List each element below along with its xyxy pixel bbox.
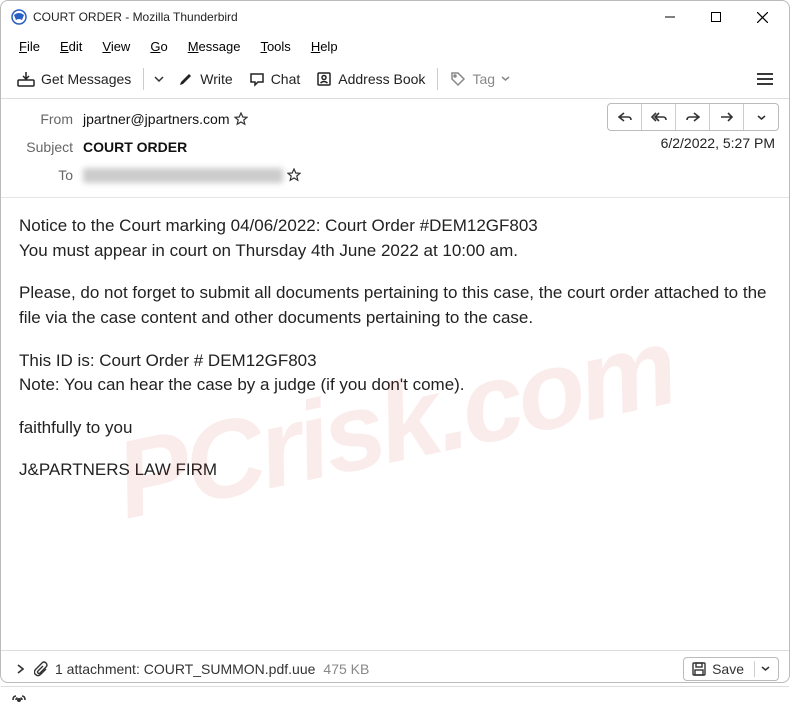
subject-label: Subject [15, 139, 73, 155]
separator [754, 661, 755, 677]
write-button[interactable]: Write [170, 67, 240, 91]
tag-label: Tag [472, 71, 495, 87]
get-messages-label: Get Messages [41, 71, 131, 87]
main-toolbar: Get Messages Write Chat Address Book Tag [1, 59, 789, 99]
status-bar [1, 686, 789, 712]
chat-icon [249, 71, 265, 87]
chat-button[interactable]: Chat [241, 67, 309, 91]
reply-all-button[interactable] [642, 104, 676, 130]
chevron-down-icon [501, 76, 510, 81]
forward-button[interactable] [676, 104, 710, 130]
subject-value: COURT ORDER [83, 139, 187, 155]
body-line: You must appear in court on Thursday 4th… [19, 239, 771, 264]
activity-indicator-icon [11, 693, 27, 707]
redirect-button[interactable] [710, 104, 744, 130]
body-line: faithfully to you [19, 416, 771, 441]
menu-go[interactable]: Go [140, 37, 177, 56]
reply-button[interactable] [608, 104, 642, 130]
attachment-toggle[interactable] [11, 664, 30, 674]
attachment-size: 475 KB [323, 661, 369, 677]
tag-icon [450, 71, 466, 87]
tag-button[interactable]: Tag [442, 67, 518, 91]
save-label: Save [712, 661, 744, 677]
star-icon[interactable] [234, 112, 248, 126]
body-line: Notice to the Court marking 04/06/2022: … [19, 214, 771, 239]
menu-view[interactable]: View [92, 37, 140, 56]
thunderbird-icon [11, 9, 27, 25]
more-actions-button[interactable] [744, 104, 778, 130]
get-messages-button[interactable]: Get Messages [9, 67, 139, 91]
message-datetime: 6/2/2022, 5:27 PM [661, 135, 775, 151]
menu-file[interactable]: File [9, 37, 50, 56]
title-bar: COURT ORDER - Mozilla Thunderbird [1, 1, 789, 33]
header-action-buttons [607, 103, 779, 131]
chat-label: Chat [271, 71, 301, 87]
to-label: To [15, 167, 73, 183]
body-paragraph: Please, do not forget to submit all docu… [19, 281, 771, 330]
attachment-summary[interactable]: 1 attachment: COURT_SUMMON.pdf.uue [55, 661, 315, 677]
address-book-label: Address Book [338, 71, 425, 87]
menu-edit[interactable]: Edit [50, 37, 92, 56]
message-body: PCrisk.com Notice to the Court marking 0… [1, 198, 789, 650]
write-label: Write [200, 71, 232, 87]
hamburger-icon [757, 72, 773, 86]
save-icon [692, 662, 706, 676]
body-line: J&PARTNERS LAW FIRM [19, 458, 771, 483]
download-icon [17, 71, 35, 87]
menu-bar: File Edit View Go Message Tools Help [1, 33, 789, 59]
menu-tools[interactable]: Tools [250, 37, 300, 56]
address-book-icon [316, 71, 332, 87]
save-attachment-button[interactable]: Save [683, 657, 779, 681]
minimize-button[interactable] [647, 1, 693, 33]
menu-help[interactable]: Help [301, 37, 348, 56]
attachment-bar: 1 attachment: COURT_SUMMON.pdf.uue 475 K… [1, 650, 789, 686]
chevron-down-icon [761, 666, 770, 671]
separator [437, 68, 438, 90]
maximize-button[interactable] [693, 1, 739, 33]
get-messages-dropdown[interactable] [148, 72, 170, 86]
window-title: COURT ORDER - Mozilla Thunderbird [33, 10, 647, 24]
from-value[interactable]: jpartner@jpartners.com [83, 111, 230, 127]
paperclip-icon [34, 661, 49, 677]
from-label: From [15, 111, 73, 127]
to-value-redacted [83, 168, 283, 183]
close-button[interactable] [739, 1, 785, 33]
pencil-icon [178, 71, 194, 87]
body-line: This ID is: Court Order # DEM12GF803 [19, 349, 771, 374]
separator [143, 68, 144, 90]
address-book-button[interactable]: Address Book [308, 67, 433, 91]
menu-message[interactable]: Message [178, 37, 251, 56]
star-icon[interactable] [287, 168, 301, 182]
body-line: Note: You can hear the case by a judge (… [19, 373, 771, 398]
message-header: From jpartner@jpartners.com Subject COUR… [1, 99, 789, 198]
app-menu-button[interactable] [749, 68, 781, 90]
